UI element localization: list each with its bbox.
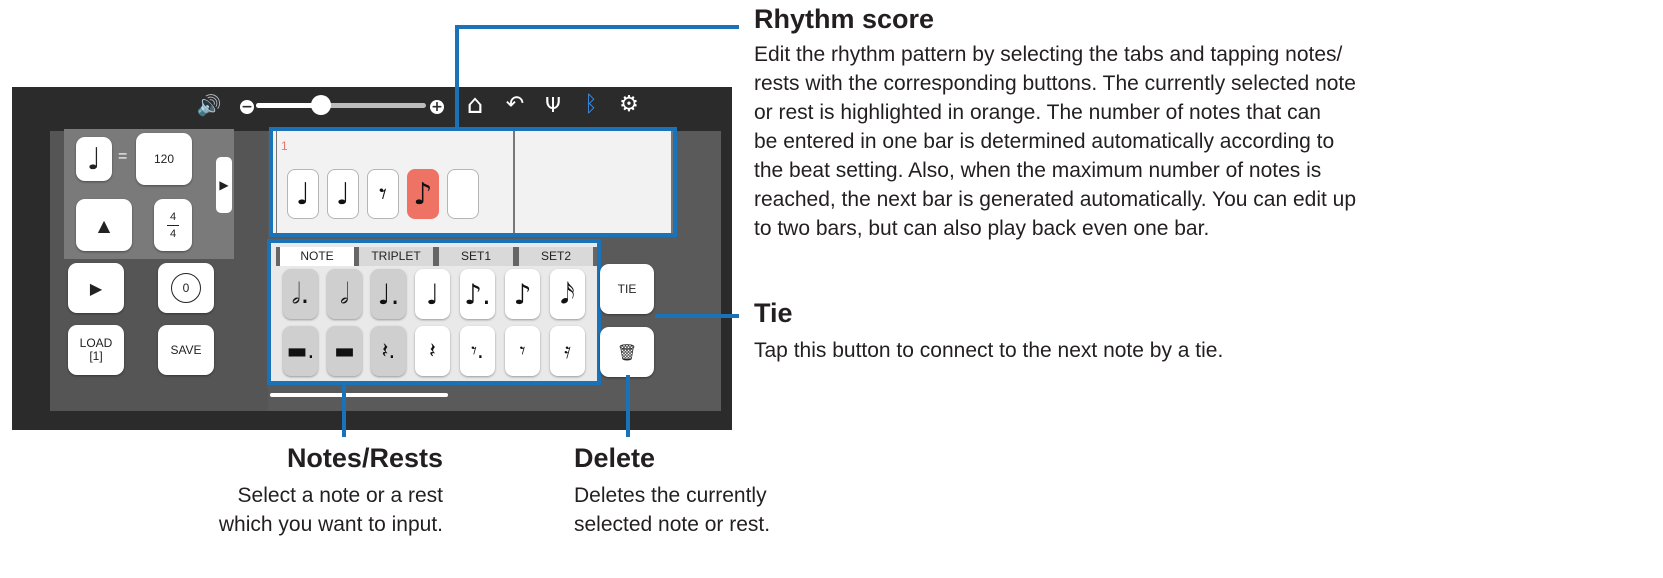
bar-line-middle bbox=[513, 131, 515, 233]
speaker-icon[interactable]: 🔊 bbox=[194, 91, 224, 119]
note-button[interactable]: ♪. bbox=[460, 269, 495, 319]
score-note[interactable] bbox=[447, 169, 479, 219]
play-button[interactable]: ▶ bbox=[68, 263, 124, 313]
gear-icon[interactable]: ⚙ bbox=[614, 91, 644, 119]
note-button[interactable]: ♪ bbox=[505, 269, 540, 319]
time-sig-bottom: 4 bbox=[169, 227, 177, 240]
app-screen: 🔊 − + ⌂ ↶ Ψ ᛒ ⚙ ♩ = 120 ▶ ▲ 4 4 ▶ 0 LOAD… bbox=[12, 87, 732, 430]
tie-callout bbox=[655, 314, 739, 318]
undo-icon[interactable]: ↶ bbox=[500, 91, 530, 119]
play-icon: ▶ bbox=[89, 278, 103, 298]
delete-callout bbox=[626, 375, 630, 437]
rest-button[interactable]: 𝄾. bbox=[460, 326, 495, 376]
tab-set2[interactable]: SET2 bbox=[515, 247, 597, 266]
rest-button[interactable]: 𝄽 bbox=[415, 326, 450, 376]
rest-button[interactable]: 𝄽. bbox=[371, 326, 406, 376]
notes-rests-description: Select a note or a rest which you want to… bbox=[219, 481, 443, 539]
tie-description: Tap this button to connect to the next n… bbox=[754, 339, 1224, 362]
repeat-button[interactable]: 0 bbox=[158, 263, 214, 313]
bar-line-left bbox=[276, 131, 277, 233]
trash-icon: 🗑 bbox=[616, 342, 638, 362]
home-icon[interactable]: ⌂ bbox=[460, 91, 490, 119]
note-button[interactable]: ♩ bbox=[415, 269, 450, 319]
description-line: Deletes the currently bbox=[574, 484, 767, 507]
time-sig-top: 4 bbox=[169, 210, 177, 223]
rhythm-score-title: Rhythm score bbox=[754, 4, 935, 34]
delete-button[interactable]: 🗑 bbox=[600, 327, 654, 377]
rest-button[interactable]: 𝄿 bbox=[550, 326, 585, 376]
notes-callout bbox=[342, 383, 346, 437]
description-line: which you want to input. bbox=[218, 513, 443, 536]
rhythm-callout-vertical bbox=[455, 25, 459, 128]
description-line: selected note or rest. bbox=[574, 513, 771, 536]
description-line: the beat setting. Also, when the maximum… bbox=[754, 159, 1322, 182]
note-button[interactable]: 𝅗𝅥 bbox=[327, 269, 362, 319]
rhythm-score: 1 ♩ ♩ 𝄾 ♪ bbox=[269, 127, 677, 237]
volume-slider[interactable] bbox=[256, 95, 426, 115]
chevron-right-icon: ▶ bbox=[219, 178, 229, 192]
metronome-button[interactable]: ▲ bbox=[76, 199, 132, 251]
notes-rests-title: Notes/Rests bbox=[286, 443, 443, 473]
score-note[interactable]: ♩ bbox=[287, 169, 319, 219]
volume-knob[interactable] bbox=[310, 95, 331, 115]
tab-note[interactable]: NOTE bbox=[276, 247, 358, 266]
load-button[interactable]: LOAD [1] bbox=[68, 325, 124, 375]
rhythm-score-description: Edit the rhythm pattern by selecting the… bbox=[754, 40, 1654, 243]
minus-glyph: − bbox=[240, 99, 254, 115]
tempo-note-button[interactable]: ♩ bbox=[76, 137, 112, 181]
delete-description: Deletes the currently selected note or re… bbox=[574, 481, 770, 539]
save-button[interactable]: SAVE bbox=[158, 325, 214, 375]
note-button[interactable]: ♩. bbox=[371, 269, 406, 319]
time-signature-button[interactable]: 4 4 bbox=[154, 199, 192, 251]
score-note-selected[interactable]: ♪ bbox=[407, 169, 439, 219]
metronome-icon: ▲ bbox=[97, 215, 111, 235]
rhythm-callout-horizontal bbox=[455, 25, 739, 29]
description-line: to two bars, but can also play back even… bbox=[754, 217, 1210, 240]
description-line: reached, the next bar is generated autom… bbox=[754, 188, 1357, 211]
score-note[interactable]: ♩ bbox=[327, 169, 359, 219]
home-indicator bbox=[270, 393, 448, 397]
plus-icon[interactable]: + bbox=[422, 92, 452, 120]
notes-rests-palette: NOTE TRIPLET SET1 SET2 𝅗𝅥. 𝅗𝅥 ♩. ♩ ♪. ♪ 𝅘𝅥𝅯 ▬. ▬ 𝄽.… bbox=[267, 239, 601, 385]
description-line: or rest is highlighted in orange. The nu… bbox=[754, 101, 1321, 124]
equals-sign: = bbox=[118, 148, 128, 165]
tab-triplet[interactable]: TRIPLET bbox=[355, 247, 437, 266]
expand-tab[interactable]: ▶ bbox=[216, 157, 232, 213]
bluetooth-icon[interactable]: ᛒ bbox=[576, 91, 606, 119]
note-button[interactable]: 𝅘𝅥𝅯 bbox=[550, 269, 585, 319]
tie-button[interactable]: TIE bbox=[600, 264, 654, 314]
bar-line-right bbox=[671, 131, 673, 233]
tempo-bpm-button[interactable]: 120 bbox=[136, 133, 192, 185]
description-line: Select a note or a rest bbox=[237, 484, 443, 507]
description-line: rests with the corresponding buttons. Th… bbox=[754, 72, 1356, 95]
rest-button[interactable]: 𝄾 bbox=[505, 326, 540, 376]
time-sig-divider bbox=[167, 224, 179, 226]
repeat-icon: 0 bbox=[171, 273, 201, 303]
bar-number: 1 bbox=[281, 139, 288, 153]
tie-title: Tie bbox=[754, 298, 793, 328]
rest-button[interactable]: ▬. bbox=[283, 326, 318, 376]
delete-title: Delete bbox=[574, 443, 656, 473]
plus-glyph: + bbox=[430, 99, 444, 115]
rest-button[interactable]: ▬ bbox=[327, 326, 362, 376]
score-note[interactable]: 𝄾 bbox=[367, 169, 399, 219]
description-line: Edit the rhythm pattern by selecting the… bbox=[754, 43, 1343, 66]
tuning-fork-icon[interactable]: Ψ bbox=[538, 91, 568, 119]
tab-set1[interactable]: SET1 bbox=[435, 247, 517, 266]
description-line: be entered in one bar is determined auto… bbox=[754, 130, 1335, 153]
note-button[interactable]: 𝅗𝅥. bbox=[283, 269, 318, 319]
